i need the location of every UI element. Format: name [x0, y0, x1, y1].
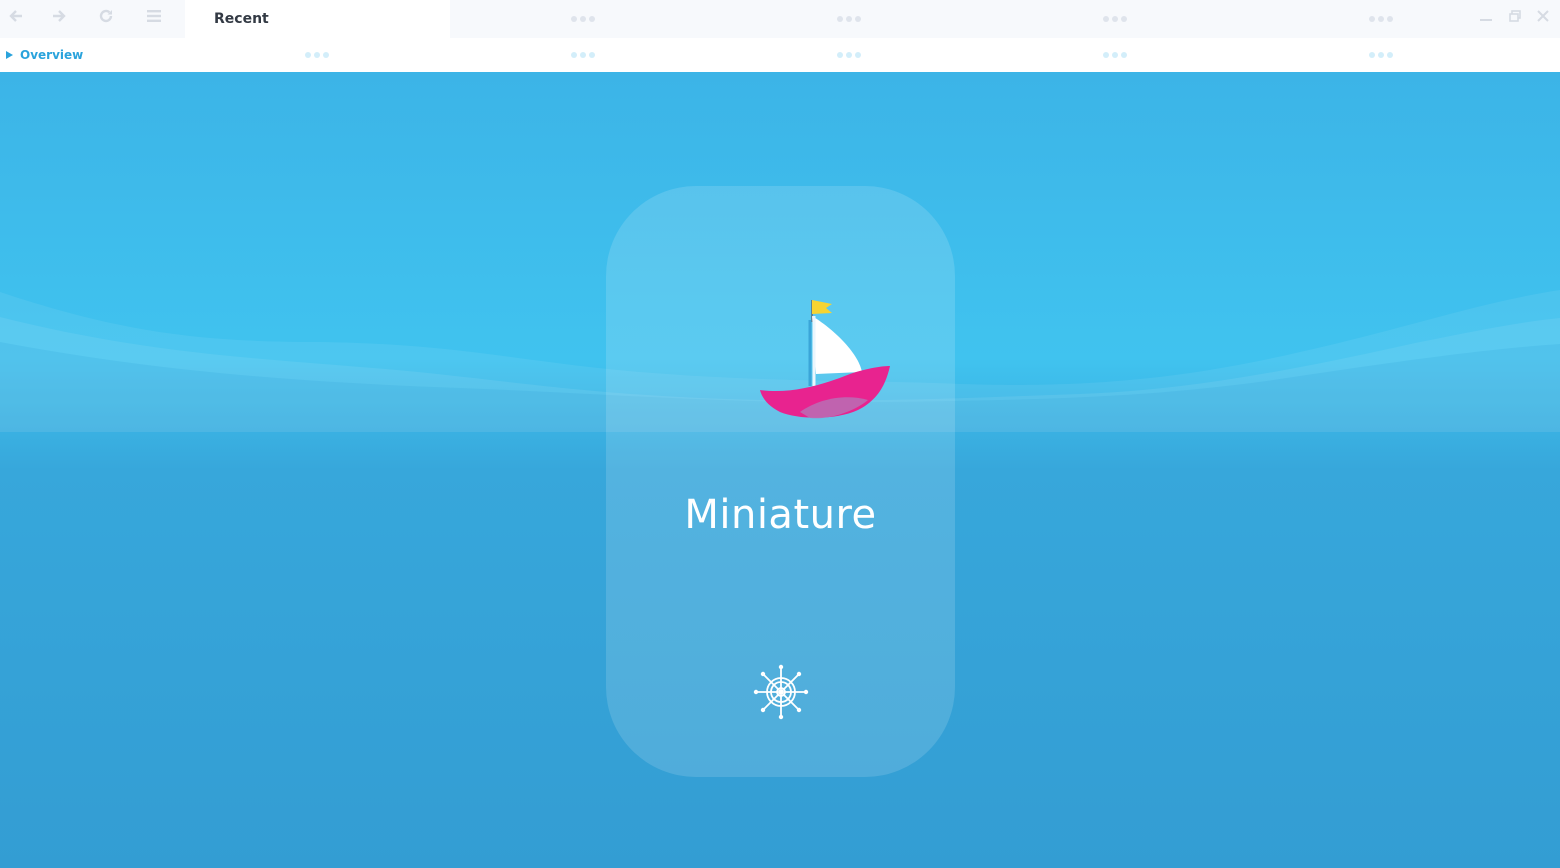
menu-button[interactable]: [139, 4, 169, 28]
forward-button[interactable]: [44, 4, 74, 28]
ellipsis-icon: [837, 16, 861, 22]
close-button[interactable]: [1532, 6, 1554, 26]
breadcrumb-placeholder: [184, 38, 450, 72]
tab-placeholder[interactable]: [982, 0, 1248, 38]
back-button[interactable]: [1, 4, 31, 28]
breadcrumb-label: Overview: [20, 48, 84, 62]
ellipsis-icon: [571, 16, 595, 22]
breadcrumb-placeholder: [450, 38, 716, 72]
reload-button[interactable]: [91, 4, 121, 28]
app-name: Miniature: [684, 492, 877, 538]
breadcrumb-placeholder: [982, 38, 1248, 72]
triangle-right-icon: [6, 51, 13, 59]
breadcrumb-placeholder: [1248, 38, 1514, 72]
ship-wheel-icon: [753, 664, 809, 720]
ellipsis-icon: [1369, 16, 1393, 22]
tab-placeholder[interactable]: [450, 0, 716, 38]
minimize-icon: [1480, 19, 1492, 21]
splash-background: Miniature: [0, 72, 1560, 868]
ellipsis-icon: [837, 52, 861, 58]
ellipsis-icon: [1103, 16, 1127, 22]
arrow-right-icon: [53, 10, 66, 22]
tab-label: Recent: [214, 11, 269, 27]
breadcrumb-placeholder: [716, 38, 982, 72]
tab-recent[interactable]: Recent: [185, 0, 450, 38]
breadcrumb-bar: Overview: [0, 38, 1560, 72]
tab-placeholder[interactable]: [716, 0, 982, 38]
close-icon: [1537, 10, 1549, 22]
hamburger-menu-icon: [147, 10, 161, 22]
reload-icon: [99, 9, 113, 23]
ellipsis-icon: [1369, 52, 1393, 58]
tab-bar: Recent: [0, 0, 1560, 38]
ellipsis-icon: [571, 52, 595, 58]
restore-button[interactable]: [1504, 6, 1526, 26]
minimize-button[interactable]: [1475, 6, 1497, 26]
ellipsis-icon: [1103, 52, 1127, 58]
breadcrumb-overview[interactable]: Overview: [4, 38, 83, 72]
ellipsis-icon: [305, 52, 329, 58]
restore-icon: [1509, 10, 1521, 22]
start-button[interactable]: [752, 663, 810, 721]
sailboat-icon: [760, 300, 890, 419]
arrow-left-icon: [9, 10, 22, 22]
